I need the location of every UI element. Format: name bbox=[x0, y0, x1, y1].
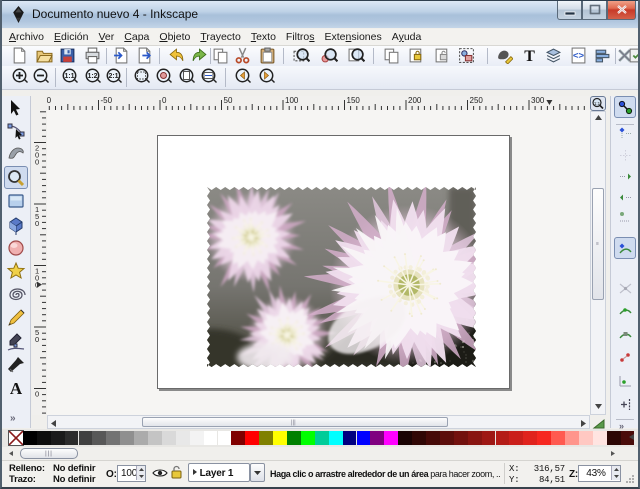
svg-text:-50: -50 bbox=[101, 96, 113, 105]
svg-text:<>: <> bbox=[572, 50, 584, 61]
svg-text:0: 0 bbox=[162, 96, 167, 105]
svg-text:50: 50 bbox=[224, 96, 233, 105]
svg-text:200: 200 bbox=[408, 96, 422, 105]
svg-text:1:1: 1:1 bbox=[64, 73, 74, 80]
svg-text:1:1: 1:1 bbox=[594, 101, 601, 106]
svg-text:0: 0 bbox=[35, 335, 39, 344]
svg-text:1:2: 1:2 bbox=[87, 73, 97, 80]
svg-text:-100: -100 bbox=[47, 96, 52, 105]
svg-text:0: 0 bbox=[35, 158, 39, 167]
svg-text:2:1: 2:1 bbox=[108, 73, 118, 80]
svg-text:0: 0 bbox=[35, 219, 39, 228]
svg-text:100: 100 bbox=[285, 96, 299, 105]
svg-text:T: T bbox=[524, 47, 535, 63]
svg-text:150: 150 bbox=[347, 96, 361, 105]
svg-text:0: 0 bbox=[35, 390, 39, 399]
svg-text:A: A bbox=[10, 379, 23, 398]
svg-text:300: 300 bbox=[531, 96, 545, 105]
svg-text:250: 250 bbox=[470, 96, 484, 105]
